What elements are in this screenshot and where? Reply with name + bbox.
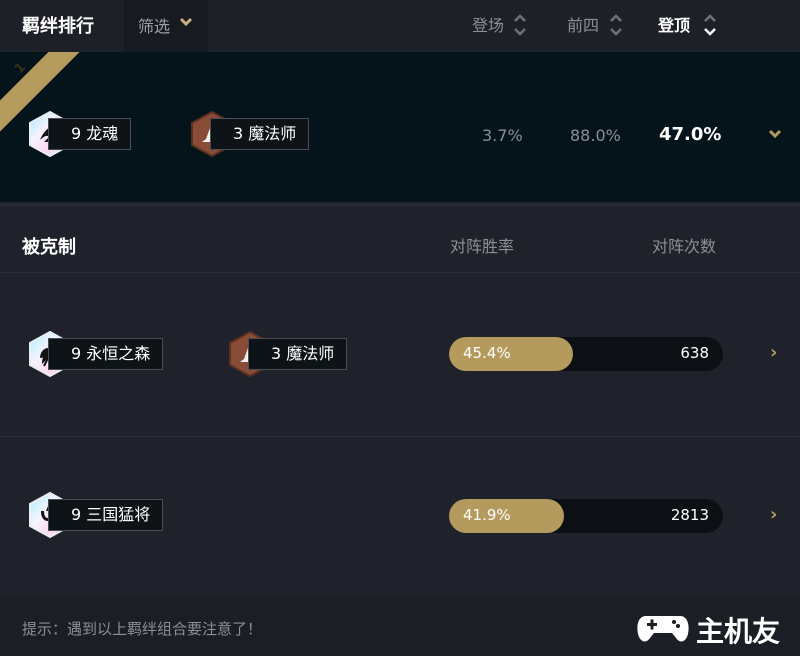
header-bar: 羁绊排行 筛选 登场 前四 登顶 [0,0,800,52]
chevron-right-icon[interactable]: › [770,504,777,525]
match-count: 2813 [670,506,709,524]
sort-desc-icon [704,14,716,36]
sort-icon [514,14,526,36]
win-rate-value: 47.0% [659,124,722,145]
winrate-bar: 41.9% 2813 [449,499,723,533]
sort-win-rate[interactable]: 登顶 [658,12,690,36]
trait-label: 9 永恒之森 [48,338,164,370]
comp-row-rank-1[interactable]: 1 9 龙魂 3 魔法师 3.7% 88.0% 47.0% [0,52,800,202]
page-title: 羁绊排行 [22,16,94,37]
chevron-down-icon[interactable] [768,128,782,140]
col-header-count: 对阵次数 [652,237,717,256]
watermark-logo: 主机友 [636,606,796,650]
footer: 提示：遇到以上羁绊组合要注意了！ 主机友 [0,596,800,656]
filter-label: 筛选 [138,17,171,36]
col-header-winrate: 对阵胜率 [450,237,515,256]
winrate-text: 41.9% [463,506,511,524]
tip-text: 提示：遇到以上羁绊组合要注意了！ [22,620,263,638]
sort-play-rate[interactable]: 登场 [472,12,504,36]
gamepad-icon [637,616,689,642]
winrate-bar: 45.4% 638 [449,337,723,371]
trait-label: 3 魔法师 [210,118,310,150]
play-rate-value: 3.7% [482,126,523,145]
divider [0,204,800,206]
counter-row[interactable]: 9 三国猛将 41.9% 2813 › [0,437,800,595]
filter-button[interactable]: 筛选 [124,0,208,52]
chevron-down-icon [179,17,193,27]
counter-row[interactable]: 9 永恒之森 3 魔法师 45.4% 638 › [0,273,800,435]
watermark-text: 主机友 [696,615,781,648]
counters-title: 被克制 [22,237,76,258]
match-count: 638 [680,344,709,362]
trait-label: 9 龙魂 [48,118,132,150]
sort-icon [610,14,622,36]
trait-label: 3 魔法师 [248,338,348,370]
sort-top4-rate[interactable]: 前四 [567,12,599,36]
winrate-text: 45.4% [463,344,511,362]
chevron-right-icon[interactable]: › [770,342,777,363]
top4-rate-value: 88.0% [570,126,621,145]
trait-label: 9 三国猛将 [48,499,164,531]
